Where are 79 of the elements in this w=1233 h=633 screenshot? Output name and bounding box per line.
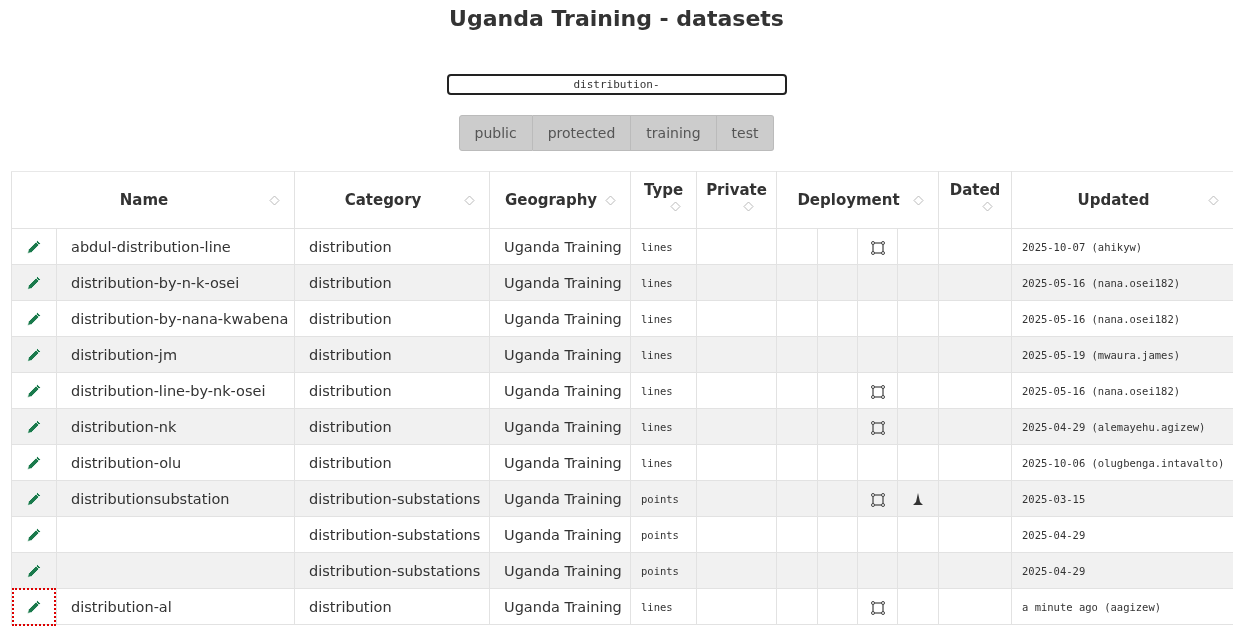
sort-icon [981,201,993,212]
type-cell: lines [641,276,673,289]
column-header[interactable]: Private [696,171,777,229]
type-cell: lines [641,600,673,613]
geography-cell: Uganda Training [504,274,622,291]
category-cell: distribution [309,418,392,435]
sort-icon [605,195,616,206]
updated-cell: a minute ago (aagizew) [1022,600,1162,613]
page-title: Uganda Training - datasets [448,5,785,33]
geography-cell: Uganda Training [504,562,622,579]
column-header[interactable]: Name [11,171,295,229]
sort-icon [269,195,280,206]
geography-cell: Uganda Training [504,310,622,327]
edit-button[interactable] [14,589,54,624]
pencil-icon [26,490,42,507]
category-cell: distribution-substations [309,526,481,543]
updated-cell: 2025-04-29 [1022,528,1086,541]
category-cell: distribution [309,346,392,363]
geography-cell: Uganda Training [504,418,622,435]
updated-cell: 2025-04-29 (alemayehu.agizew) [1022,420,1206,433]
column-header[interactable]: Dated [938,171,1012,229]
sort-icon [743,201,754,212]
pencil-icon [26,454,42,471]
geography-cell: Uganda Training [504,454,622,471]
category-cell: distribution [309,382,392,399]
sort-icon [1208,195,1219,206]
updated-cell: 2025-05-16 (nana.osei182) [1022,312,1181,325]
pencil-icon [26,598,42,615]
filter-button[interactable]: public [458,115,533,151]
type-cell: lines [641,384,673,397]
category-cell: distribution [309,238,392,255]
pencil-icon [26,238,42,255]
column-header[interactable]: Updated [1011,171,1233,229]
updated-cell: 2025-10-06 (olugbenga.intavalto) [1022,456,1225,469]
type-cell: points [641,528,679,541]
type-cell: points [641,492,679,505]
pencil-icon [26,526,42,543]
type-cell: points [641,564,679,577]
geography-cell: Uganda Training [504,238,622,255]
search-field[interactable]: distribution- [446,74,787,95]
filter-button[interactable]: test [716,115,775,151]
filter-button[interactable]: training [631,115,717,151]
type-cell: lines [641,312,673,325]
column-header[interactable]: Deployment [776,171,939,229]
category-cell: distribution [309,274,392,291]
pencil-icon [26,382,42,399]
type-cell: lines [641,420,673,433]
column-header[interactable]: Category [294,171,490,229]
category-cell: distribution [309,598,392,615]
sort-icon [670,201,681,212]
updated-cell: 2025-03-15 [1022,492,1086,505]
pencil-icon [26,274,42,291]
geography-cell: Uganda Training [504,526,622,543]
pencil-icon [26,418,42,435]
pencil-icon [26,310,42,327]
updated-cell: 2025-05-19 (mwaura.james) [1022,348,1181,361]
dataset-name[interactable]: distribution-al [71,598,172,615]
type-cell: lines [641,240,673,253]
sort-icon [464,195,475,206]
geography-cell: Uganda Training [504,346,622,363]
geography-cell: Uganda Training [504,490,622,507]
updated-cell: 2025-10-07 (ahikyw) [1022,240,1143,253]
geography-cell: Uganda Training [504,382,622,399]
category-cell: distribution [309,310,392,327]
type-cell: lines [641,348,673,361]
column-header[interactable]: Geography [489,171,631,229]
filter-button[interactable]: protected [532,115,632,151]
updated-cell: 2025-05-16 (nana.osei182) [1022,384,1181,397]
category-cell: distribution-substations [309,490,481,507]
updated-cell: 2025-05-16 (nana.osei182) [1022,276,1181,289]
column-header[interactable]: Type [630,171,697,229]
updated-cell: 2025-04-29 [1022,564,1086,577]
sort-icon [913,195,924,206]
pencil-icon [26,562,42,579]
geography-cell: Uganda Training [504,598,622,615]
pencil-icon [26,346,42,363]
category-cell: distribution-substations [309,562,481,579]
category-cell: distribution [309,454,392,471]
type-cell: lines [641,456,673,469]
